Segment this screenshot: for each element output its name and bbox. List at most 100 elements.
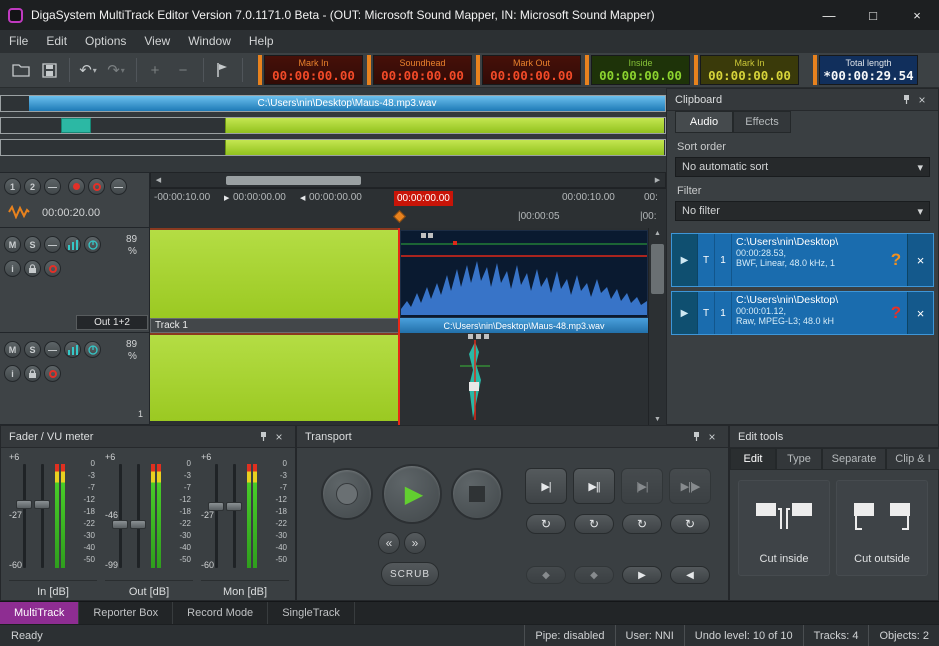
goto-mark-button[interactable]: ◆ — [526, 566, 566, 584]
fader-slider[interactable] — [215, 464, 218, 568]
loop-button[interactable]: ↻ — [574, 514, 614, 534]
record-arm-button[interactable] — [44, 260, 61, 277]
fader-handle[interactable] — [226, 502, 242, 511]
menu-edit[interactable]: Edit — [37, 30, 76, 53]
overview-row[interactable] — [0, 117, 666, 134]
scrub-button[interactable]: SCRUB — [381, 562, 439, 586]
remove-button[interactable]: − — [170, 57, 196, 83]
clip-name-bar[interactable]: Track 1 — [150, 318, 399, 333]
audio-clip[interactable] — [150, 228, 399, 318]
group-2-button[interactable]: 2 — [24, 178, 41, 195]
tab-clip-in[interactable]: Clip & I — [886, 448, 939, 470]
vertical-scrollbar[interactable]: ▲ ▼ — [648, 228, 666, 425]
fader-slider[interactable] — [23, 464, 26, 568]
clipboard-item[interactable]: ▶ T 1 C:\Users\nin\Desktop\ 00:00:28.53,… — [671, 233, 934, 287]
redo-button[interactable]: ↷▾ — [103, 57, 129, 83]
cut-inside-button[interactable]: Cut inside — [738, 480, 830, 576]
menu-help[interactable]: Help — [240, 30, 283, 53]
clip-handle-icon[interactable] — [468, 334, 473, 339]
meter-button[interactable] — [64, 341, 81, 358]
scrollbar-thumb[interactable] — [651, 244, 664, 294]
info-button[interactable]: i — [4, 365, 21, 382]
close-button[interactable]: × — [895, 0, 939, 30]
overview-clip[interactable]: C:\Users\nin\Desktop\Maus-48.mp3.wav — [29, 96, 665, 111]
loop-button[interactable]: ↻ — [622, 514, 662, 534]
loop-button[interactable]: ↻ — [526, 514, 566, 534]
minimize-button[interactable]: — — [807, 0, 851, 30]
overview-row[interactable] — [0, 139, 666, 156]
collapse-button[interactable]: — — [44, 236, 61, 253]
record-button[interactable] — [321, 468, 373, 520]
timeline-ruler[interactable]: -00:00:10.00 ▶ 00:00:00.00 ◀ 00:00:00.00… — [150, 188, 666, 228]
waveform-clip[interactable] — [400, 230, 648, 318]
step-forward-button[interactable]: ▶ — [622, 566, 662, 584]
solo-button[interactable]: S — [24, 341, 41, 358]
playhead[interactable] — [398, 228, 400, 425]
close-icon[interactable]: × — [914, 93, 930, 107]
close-icon[interactable]: × — [271, 430, 287, 444]
play-button[interactable]: ▶ — [672, 234, 698, 286]
playhead-marker-icon[interactable] — [393, 210, 406, 223]
overview-clip-green[interactable] — [225, 118, 664, 133]
lock-button[interactable] — [24, 365, 41, 382]
mute-button[interactable]: M — [4, 236, 21, 253]
group-1-button[interactable]: 1 — [4, 178, 21, 195]
step-back-button[interactable]: ◀ — [670, 566, 710, 584]
pin-icon[interactable] — [898, 94, 914, 105]
scroll-down-icon[interactable]: ▼ — [649, 416, 666, 423]
play-button[interactable]: ▶ — [382, 464, 442, 524]
record-button[interactable] — [68, 178, 85, 195]
save-button[interactable] — [36, 57, 62, 83]
collapse-button[interactable]: — — [44, 178, 61, 195]
record-arm-button[interactable] — [44, 365, 61, 382]
cut-outside-button[interactable]: Cut outside — [836, 480, 928, 576]
horizontal-scrollbar[interactable]: ◀ ▶ — [150, 172, 666, 188]
fader-slider[interactable] — [137, 464, 140, 568]
clip-handle-icon[interactable] — [476, 334, 481, 339]
scrub-forward-button[interactable]: » — [404, 532, 426, 554]
scrollbar-thumb[interactable] — [226, 176, 361, 185]
clip-file-bar[interactable]: C:\Users\nin\Desktop\Maus-48.mp3.wav — [400, 318, 648, 333]
clipboard-item[interactable]: ▶ T 1 C:\Users\nin\Desktop\ 00:00:01.12,… — [671, 291, 934, 335]
collapse-button[interactable]: — — [44, 341, 61, 358]
filter-select[interactable]: No filter ▾ — [675, 201, 930, 221]
tab-type[interactable]: Type — [776, 448, 822, 470]
fader-handle[interactable] — [112, 520, 128, 529]
record-pause-button[interactable] — [88, 178, 105, 195]
menu-view[interactable]: View — [135, 30, 179, 53]
marker-tool-button[interactable] — [209, 57, 235, 83]
sort-order-select[interactable]: No automatic sort ▾ — [675, 157, 930, 177]
fader-handle[interactable] — [16, 500, 32, 509]
tab-edit[interactable]: Edit — [730, 448, 776, 470]
pan-button[interactable] — [84, 236, 101, 253]
tab-separate[interactable]: Separate — [822, 448, 886, 470]
solo-button[interactable]: S — [24, 236, 41, 253]
overview-clip-green[interactable] — [225, 140, 664, 155]
stop-button[interactable] — [451, 468, 503, 520]
remove-item-button[interactable]: × — [907, 292, 933, 334]
tab-multitrack[interactable]: MultiTrack — [0, 602, 79, 624]
play-button[interactable]: ▶ — [672, 292, 698, 334]
tab-audio[interactable]: Audio — [675, 111, 733, 133]
output-routing-badge[interactable]: Out 1+2 — [76, 315, 148, 330]
info-button[interactable]: i — [4, 260, 21, 277]
meter-button[interactable] — [64, 236, 81, 253]
tab-singletrack[interactable]: SingleTrack — [268, 602, 355, 624]
scrub-back-button[interactable]: « — [378, 532, 400, 554]
tab-reporter-box[interactable]: Reporter Box — [79, 602, 173, 624]
maximize-button[interactable]: □ — [851, 0, 895, 30]
lock-button[interactable] — [24, 260, 41, 277]
clip-handle-icon[interactable] — [484, 334, 489, 339]
close-icon[interactable]: × — [704, 430, 720, 444]
open-button[interactable] — [8, 57, 34, 83]
fader-slider[interactable] — [41, 464, 44, 568]
scroll-up-icon[interactable]: ▲ — [649, 230, 666, 237]
overview-clip-teal[interactable] — [61, 118, 91, 133]
pasted-clip-icon[interactable] — [460, 340, 490, 420]
tab-record-mode[interactable]: Record Mode — [173, 602, 268, 624]
menu-options[interactable]: Options — [76, 30, 135, 53]
menu-window[interactable]: Window — [179, 30, 240, 53]
play-from-mark-button[interactable]: |▶| — [621, 468, 663, 504]
pin-icon[interactable] — [255, 431, 271, 442]
undo-button[interactable]: ↶▾ — [75, 57, 101, 83]
